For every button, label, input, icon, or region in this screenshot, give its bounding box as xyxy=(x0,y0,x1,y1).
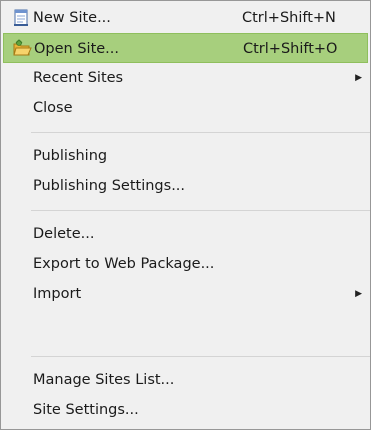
new-site-icon xyxy=(11,8,31,28)
menu-item-import[interactable]: Import ▶ xyxy=(3,279,368,309)
menu-item-label: Import xyxy=(33,286,82,302)
menu-item-recent-sites[interactable]: Recent Sites ▶ xyxy=(3,63,368,93)
menu-item-shortcut: Ctrl+Shift+O xyxy=(243,41,338,57)
menu-item-new-site[interactable]: New Site... Ctrl+Shift+N xyxy=(3,3,368,33)
menu-item-label: Recent Sites xyxy=(33,70,124,86)
open-folder-icon xyxy=(12,39,32,59)
menu-item-label: Publishing Settings... xyxy=(33,178,186,194)
menu-item-shortcut: Ctrl+Shift+N xyxy=(242,10,336,26)
menu-item-delete[interactable]: Delete... xyxy=(3,219,368,249)
menu-item-publishing-settings[interactable]: Publishing Settings... xyxy=(3,171,368,201)
menu-item-label: Site Settings... xyxy=(33,402,139,418)
menu-item-open-site[interactable]: Open Site... Ctrl+Shift+O xyxy=(3,33,368,63)
menu-item-label: Delete... xyxy=(33,226,95,242)
menu-item-label: Publishing xyxy=(33,148,108,164)
menu-separator xyxy=(31,210,370,211)
menu-item-label: Export to Web Package... xyxy=(33,256,215,272)
menu-item-label: Open Site... xyxy=(34,41,120,57)
menu-item-close[interactable]: Close xyxy=(3,93,368,123)
submenu-arrow-icon: ▶ xyxy=(355,289,362,299)
menu-item-manage-sites-list[interactable]: Manage Sites List... xyxy=(3,365,368,395)
menu-item-export-web-package[interactable]: Export to Web Package... xyxy=(3,249,368,279)
menu-item-label: Manage Sites List... xyxy=(33,372,175,388)
menu-separator xyxy=(31,356,370,357)
menu-item-label: New Site... xyxy=(33,10,111,26)
menu-separator xyxy=(31,132,370,133)
menu-item-publishing[interactable]: Publishing xyxy=(3,141,368,171)
menu-item-site-settings[interactable]: Site Settings... xyxy=(3,395,368,425)
menu-item-label: Close xyxy=(33,100,73,116)
submenu-arrow-icon: ▶ xyxy=(355,73,362,83)
site-menu: New Site... Ctrl+Shift+N Open Site... Ct… xyxy=(0,0,371,430)
